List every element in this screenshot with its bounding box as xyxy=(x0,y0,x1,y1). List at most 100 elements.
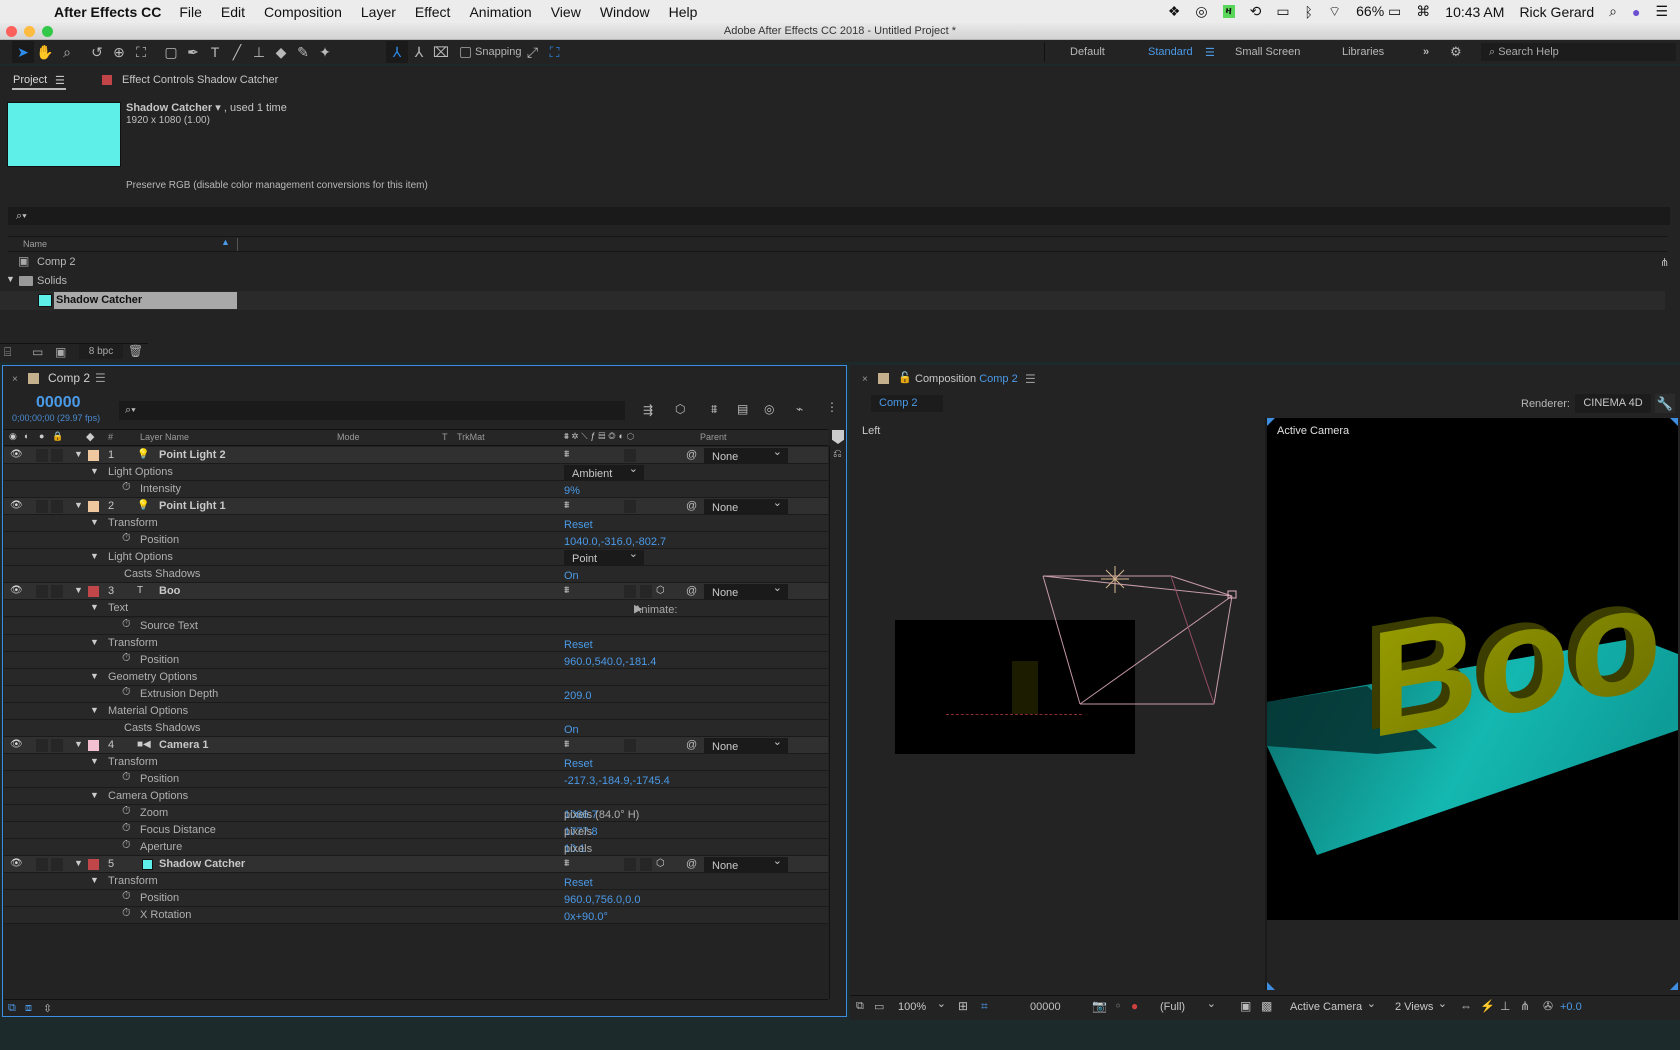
motion-blur-icon[interactable]: ◎ xyxy=(764,402,774,416)
property-value-number[interactable]: 960.0,756.0,0.0 xyxy=(564,894,640,906)
switch-box[interactable] xyxy=(624,858,636,872)
expand-triangle-icon[interactable]: ▼ xyxy=(90,551,99,561)
column-divider[interactable] xyxy=(237,238,238,251)
stopwatch-icon[interactable]: ⏱ xyxy=(122,618,131,631)
video-switch-icon[interactable]: ◉ xyxy=(9,431,17,442)
property-row[interactable]: Casts Shadows On xyxy=(4,566,828,584)
property-value-number[interactable]: -217.3,-184.9,-1745.4 xyxy=(564,775,670,787)
property-row[interactable]: ▼ Transform Reset xyxy=(4,634,828,652)
property-row[interactable]: ⏱ X Rotation 0x+90.0° xyxy=(4,907,828,925)
hide-shy-layers-icon[interactable]: ⩩ xyxy=(711,402,717,417)
battery-status[interactable]: 66% ▭ xyxy=(1356,3,1401,20)
lock-switch[interactable] xyxy=(51,585,63,599)
reset-exposure-icon[interactable]: ✇ xyxy=(1543,999,1553,1013)
transfer-controls-pane-icon[interactable]: ⧈ xyxy=(25,1002,32,1015)
visibility-eye-icon[interactable]: 👁 xyxy=(10,585,23,596)
new-composition-icon[interactable]: ▣ xyxy=(55,345,66,359)
stopwatch-icon[interactable]: ⏱ xyxy=(122,805,131,818)
stopwatch-icon[interactable]: ⏱ xyxy=(122,686,131,699)
expand-triangle-icon[interactable]: ▼ xyxy=(90,756,99,766)
column-layer-name[interactable]: Layer Name xyxy=(140,432,189,442)
parent-pick-whip-icon[interactable]: @ xyxy=(686,585,697,597)
property-row[interactable]: ▼ Geometry Options xyxy=(4,668,828,686)
toggle-pixel-aspect-icon[interactable]: ⇔ xyxy=(1460,999,1472,1013)
layer-row[interactable]: 👁 ▼ 4 ■◀ Camera 1 ⩩ @ None xyxy=(4,735,828,754)
time-machine-icon[interactable]: ⟲ xyxy=(1250,3,1262,20)
region-of-interest-icon[interactable]: ▣ xyxy=(1240,999,1251,1013)
label-tag-icon[interactable]: ◆ xyxy=(86,430,94,443)
parent-dropdown[interactable]: None xyxy=(704,854,788,873)
siri-icon[interactable]: ● xyxy=(1632,4,1640,20)
light-type-dropdown[interactable]: Ambient xyxy=(564,462,644,481)
column-name[interactable]: Name xyxy=(23,239,47,249)
menu-layer[interactable]: Layer xyxy=(361,4,396,20)
creative-cloud-icon[interactable]: ◎ xyxy=(1195,3,1207,20)
expand-triangle-icon[interactable]: ▼ xyxy=(90,602,99,612)
label-color-swatch[interactable] xyxy=(88,859,99,871)
property-row[interactable]: ▼ Text Animate: ▶ xyxy=(4,600,828,618)
lock-icon[interactable]: 🔓 xyxy=(898,371,912,384)
3d-layer-icon[interactable]: ⬡ xyxy=(656,858,665,869)
property-value-number[interactable]: Reset xyxy=(564,758,593,770)
active-camera-viewer[interactable]: Active Camera Boo Boo xyxy=(1267,418,1678,920)
viewer-timecode[interactable]: 00000 xyxy=(1030,1001,1061,1013)
expand-triangle-icon[interactable]: ▼ xyxy=(6,274,15,284)
shy-switch-icon[interactable]: ⩩ xyxy=(564,449,569,460)
pen-tool-icon[interactable]: ✒ xyxy=(182,41,204,63)
project-search-input[interactable]: ⌕▾ xyxy=(8,207,1670,225)
solo-switch[interactable] xyxy=(36,585,48,599)
property-value-number[interactable]: Reset xyxy=(564,639,593,651)
draft-3d-icon[interactable]: ⬡ xyxy=(675,402,685,416)
brush-tool-icon[interactable]: ╱ xyxy=(226,41,248,63)
column-parent[interactable]: Parent xyxy=(700,432,727,442)
tab-effect-controls[interactable]: Effect Controls Shadow Catcher xyxy=(122,74,278,86)
layer-name[interactable]: Boo xyxy=(159,585,180,597)
project-item-comp[interactable]: ▣ Comp 2 xyxy=(0,254,1665,272)
app-status-icon[interactable]: ዛ xyxy=(1222,5,1235,18)
composition-mini-flowchart-icon[interactable]: ⇶ xyxy=(643,403,653,417)
animate-button[interactable]: Animate: ▶ xyxy=(634,602,677,616)
rectangle-tool-icon[interactable]: ▢ xyxy=(160,41,182,63)
stopwatch-icon[interactable]: ⏱ xyxy=(122,839,131,852)
stopwatch-icon[interactable]: ⏱ xyxy=(122,652,131,665)
expand-triangle-icon[interactable]: ▼ xyxy=(90,466,99,476)
project-item-folder[interactable]: ▼ Solids xyxy=(0,273,1665,291)
current-timecode[interactable]: 00000 xyxy=(36,394,81,412)
parent-dropdown[interactable]: None xyxy=(704,735,788,753)
column-t[interactable]: T xyxy=(442,432,448,442)
timeline-search-input[interactable]: ⌕▾ xyxy=(119,401,625,420)
visibility-eye-icon[interactable]: 👁 xyxy=(10,858,23,869)
shy-switch-icon[interactable]: ⩩ xyxy=(564,739,569,750)
layer-row[interactable]: 👁 ▼ 3 T Boo ⩩ ⬡ @ None xyxy=(4,581,828,601)
lock-switch-icon[interactable]: 🔒 xyxy=(52,431,63,442)
property-row[interactable]: ⏱ Focus Distance 1777.8 pixels xyxy=(4,822,828,840)
stopwatch-icon[interactable]: ⏱ xyxy=(122,907,131,920)
layer-name[interactable]: Camera 1 xyxy=(159,739,209,751)
visibility-eye-icon[interactable]: 👁 xyxy=(10,739,23,750)
property-value-number[interactable]: Reset xyxy=(564,877,593,889)
tab-timeline-comp[interactable]: Comp 2 xyxy=(48,371,90,385)
workspace-standard[interactable]: Standard xyxy=(1148,46,1193,58)
close-tab-icon[interactable]: × xyxy=(862,374,868,385)
property-row[interactable]: ⏱ Intensity 9% xyxy=(4,481,828,499)
stopwatch-icon[interactable]: ⏱ xyxy=(122,532,131,545)
airplay-icon[interactable]: ▭ xyxy=(1276,3,1289,20)
switch-box[interactable] xyxy=(624,585,636,599)
parent-dropdown[interactable]: None xyxy=(704,445,788,463)
shy-switch-icon[interactable]: ⩩ xyxy=(564,858,569,869)
dropbox-icon[interactable]: ❖ xyxy=(1168,3,1181,20)
property-row[interactable]: ⏱ Position 1040.0,-316.0,-802.7 xyxy=(4,532,828,550)
layer-name[interactable]: Shadow Catcher xyxy=(159,858,245,870)
visibility-eye-icon[interactable]: 👁 xyxy=(10,449,23,460)
switch-box[interactable] xyxy=(640,585,652,599)
grid-guides-icon[interactable]: ⊞ xyxy=(958,999,968,1013)
visibility-eye-icon[interactable]: 👁 xyxy=(10,500,23,511)
layer-row[interactable]: 👁 ▼ 1 💡 Point Light 2 ⩩ @ None xyxy=(4,445,828,464)
expand-triangle-icon[interactable]: ▼ xyxy=(74,858,83,868)
column-trkmat[interactable]: TrkMat xyxy=(457,432,485,442)
minimize-window-button[interactable] xyxy=(24,26,35,37)
property-row[interactable]: ▼ Transform Reset xyxy=(4,515,828,533)
3d-layer-icon[interactable]: ⬡ xyxy=(656,585,665,596)
label-color-swatch[interactable] xyxy=(88,739,99,751)
renderer-options-wrench-icon[interactable]: 🔧 xyxy=(1655,394,1675,413)
